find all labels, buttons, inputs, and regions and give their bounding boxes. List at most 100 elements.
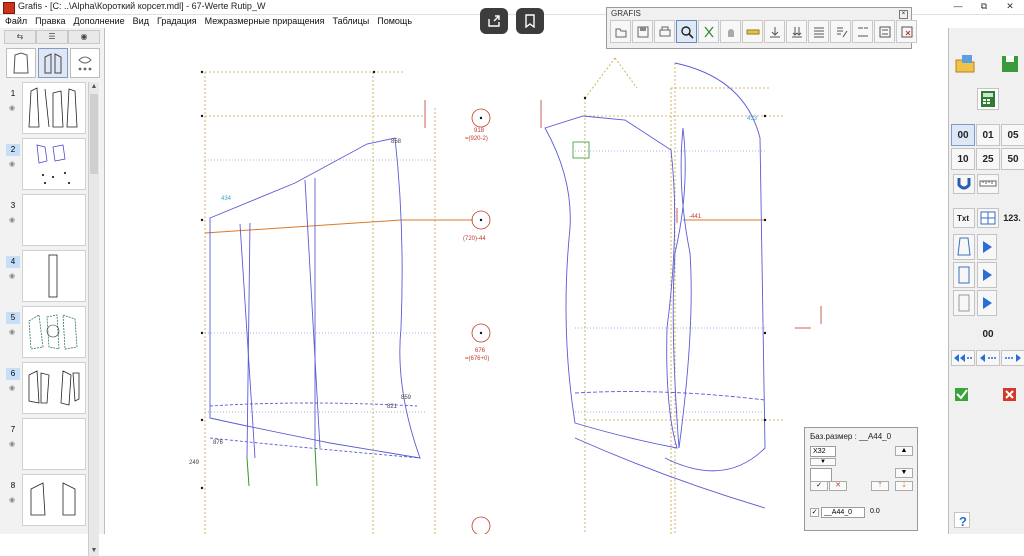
ruler-button[interactable] xyxy=(977,174,999,194)
minimize-button[interactable]: — xyxy=(948,0,968,12)
calculator-button[interactable] xyxy=(977,88,999,110)
open-icon[interactable] xyxy=(610,20,631,43)
model-explorer-panel: ⇆ ☰ ◉ 1 ◉ 2 ◉ 3 ◉ 4 ◉ 5 ◉ 6 ◉ 7 ◉ 8 ◉ ▲ … xyxy=(0,28,105,556)
help-button[interactable]: ? xyxy=(954,512,970,529)
edit-icon[interactable] xyxy=(830,20,851,43)
move-down-icon[interactable] xyxy=(764,20,785,43)
print-icon[interactable] xyxy=(654,20,675,43)
bookmark-button[interactable] xyxy=(516,8,544,34)
save-icon[interactable] xyxy=(632,20,653,43)
base-size-dialog: Баз.размер : __A44_0 ХЗ2 ▼ ▲ ▼ ✓ ✕ ⇡ ⇣ ✓… xyxy=(804,427,918,531)
view-more-icon[interactable] xyxy=(70,48,100,78)
thumbnail-item[interactable]: 7 ◉ xyxy=(4,418,88,470)
thumbnail-item[interactable]: 3 ◉ xyxy=(4,194,88,246)
play-2-button[interactable] xyxy=(977,262,997,288)
menu-addition[interactable]: Дополнение xyxy=(73,15,126,28)
cut-icon[interactable] xyxy=(698,20,719,43)
text-label-icon: Txt xyxy=(957,214,969,223)
piece-tool-3-button[interactable] xyxy=(953,290,975,316)
menu-edit[interactable]: Правка xyxy=(34,15,66,28)
move-down-double-icon[interactable] xyxy=(786,20,807,43)
text-label-button[interactable]: Txt xyxy=(953,208,975,228)
step-05-button[interactable]: 05 xyxy=(1001,124,1024,146)
play-1-button[interactable] xyxy=(977,234,997,260)
number-format-button[interactable]: 123. xyxy=(1001,208,1023,228)
export-icon[interactable] xyxy=(896,20,917,43)
step-back-fast-button[interactable] xyxy=(951,350,975,366)
size-row-value[interactable]: 0.0 xyxy=(868,507,898,518)
thumbnail-item[interactable]: 4 ◉ xyxy=(4,250,88,302)
move-down-icon[interactable]: ⇣ xyxy=(895,481,913,491)
open-folder-button[interactable] xyxy=(953,52,979,78)
zoom-icon[interactable] xyxy=(676,20,697,43)
maximize-button[interactable]: ⧉ xyxy=(974,0,994,12)
size-dropdown-arrow-icon[interactable]: ▼ xyxy=(810,458,836,466)
size-list-box[interactable] xyxy=(810,468,832,482)
visibility-eye-icon[interactable]: ◉ xyxy=(9,496,15,504)
step-back-button[interactable] xyxy=(976,350,1000,366)
visibility-eye-icon[interactable]: ◉ xyxy=(9,272,15,280)
grid-button[interactable] xyxy=(977,208,999,228)
scroll-up-icon[interactable]: ▲ xyxy=(89,82,99,92)
scroll-down-icon[interactable]: ▼ xyxy=(89,546,99,556)
thumbnail-scrollbar[interactable]: ▲ ▼ xyxy=(88,82,99,556)
menu-view[interactable]: Вид xyxy=(132,15,150,28)
toolbar-close-icon[interactable]: × xyxy=(899,10,908,19)
tab-list-icon[interactable]: ☰ xyxy=(36,30,68,44)
step-01-button[interactable]: 01 xyxy=(976,124,1000,146)
tab-tree-icon[interactable]: ⇆ xyxy=(4,30,36,44)
thumbnail-preview xyxy=(22,82,86,134)
visibility-eye-icon[interactable]: ◉ xyxy=(9,384,15,392)
calc-icon[interactable] xyxy=(852,20,873,43)
measure-icon[interactable] xyxy=(742,20,763,43)
thumbnail-item[interactable]: 6 ◉ xyxy=(4,362,88,414)
menu-help[interactable]: Помощь xyxy=(376,15,413,28)
visibility-eye-icon[interactable]: ◉ xyxy=(9,440,15,448)
confirm-button[interactable] xyxy=(953,384,975,404)
pan-icon[interactable] xyxy=(720,20,741,43)
remove-size-icon[interactable]: ✕ xyxy=(829,481,847,491)
formula-icon[interactable] xyxy=(874,20,895,43)
menu-increments[interactable]: Межразмерные приращения xyxy=(204,15,326,28)
label-441: -441 xyxy=(689,214,702,220)
size-dropdown[interactable]: ХЗ2 xyxy=(810,446,836,457)
size-up-button[interactable]: ▲ xyxy=(895,446,913,456)
play-3-button[interactable] xyxy=(977,290,997,316)
size-row-checkbox[interactable]: ✓ xyxy=(810,508,819,517)
menu-tables[interactable]: Таблицы xyxy=(331,15,370,28)
visibility-eye-icon[interactable]: ◉ xyxy=(9,104,15,112)
thumbnail-item[interactable]: 2 ◉ xyxy=(4,138,88,190)
step-50-button[interactable]: 50 xyxy=(1001,148,1024,170)
step-forward-button[interactable] xyxy=(1001,350,1024,366)
base-size-title: Баз.размер : __A44_0 xyxy=(810,432,892,441)
cancel-button[interactable] xyxy=(999,384,1021,404)
menu-grading[interactable]: Градация xyxy=(156,15,198,28)
thumbnail-item[interactable]: 8 ◉ xyxy=(4,474,88,526)
view-pattern-icon[interactable] xyxy=(38,48,68,78)
step-00-button[interactable]: 00 xyxy=(951,124,975,146)
thumbnail-item[interactable]: 1 ◉ xyxy=(4,82,88,134)
close-button[interactable]: ✕ xyxy=(1000,0,1020,12)
magnet-button[interactable] xyxy=(953,174,975,194)
list-icon[interactable] xyxy=(808,20,829,43)
step-10-button[interactable]: 10 xyxy=(951,148,975,170)
label-720: (720)-44 xyxy=(463,236,486,242)
visibility-eye-icon[interactable]: ◉ xyxy=(9,160,15,168)
move-up-icon[interactable]: ⇡ xyxy=(871,481,889,491)
piece-tool-2-button[interactable] xyxy=(953,262,975,288)
size-down-button[interactable]: ▼ xyxy=(895,468,913,478)
visibility-eye-icon[interactable]: ◉ xyxy=(9,328,15,336)
apply-size-icon[interactable]: ✓ xyxy=(810,481,828,491)
piece-tool-1-button[interactable] xyxy=(953,234,975,260)
thumbnail-number: 5 xyxy=(6,312,20,324)
visibility-eye-icon[interactable]: ◉ xyxy=(9,216,15,224)
step-25-button[interactable]: 25 xyxy=(976,148,1000,170)
save-model-button[interactable] xyxy=(997,52,1023,78)
tab-eye-icon[interactable]: ◉ xyxy=(68,30,100,44)
share-button[interactable] xyxy=(480,8,508,34)
menu-file[interactable]: Файл xyxy=(4,15,28,28)
scroll-thumb[interactable] xyxy=(90,94,98,174)
help-icon: ? xyxy=(959,514,967,529)
thumbnail-item[interactable]: 5 ◉ xyxy=(4,306,88,358)
view-front-icon[interactable] xyxy=(6,48,36,78)
